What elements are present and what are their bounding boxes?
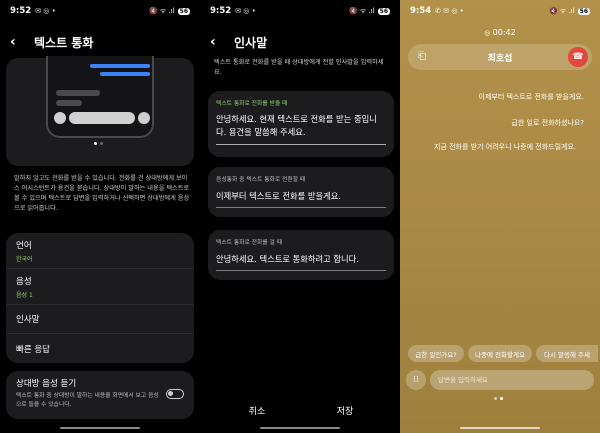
status-time: 9:52 bbox=[210, 6, 232, 16]
field-label: 텍스트 통화로 전화를 받을 때 bbox=[216, 101, 288, 107]
status-bar: 9:52 ✉ ◎ • 🔇 ᯤ .ıl 56 bbox=[0, 0, 200, 22]
keypad-button[interactable]: ⁝⁝ bbox=[406, 370, 426, 390]
battery-icon: 56 bbox=[377, 7, 390, 15]
input-underline bbox=[216, 207, 386, 209]
call-timer-icon: ◎ bbox=[484, 29, 493, 37]
menu-item-voice[interactable]: 음성 음성 1 bbox=[6, 269, 194, 305]
greeting-settings-screen: 9:52 ✉ ◎ • 🔇 ᯤ .ıl 56 ‹ 인사말 텍스트 통화로 전화를 … bbox=[200, 0, 400, 433]
input-underline bbox=[216, 270, 386, 272]
menu-item-title: 인사말 bbox=[16, 315, 40, 325]
call-timer-value: 00:42 bbox=[492, 28, 516, 37]
message-bubble: 급한 일로 전화하셨나요? bbox=[511, 119, 584, 127]
page-title: 텍스트 통화 bbox=[34, 35, 94, 50]
signal-icons: 🔇 ᯤ .ıl bbox=[548, 6, 575, 15]
back-arrow-icon[interactable]: ‹ bbox=[210, 34, 224, 50]
home-indicator bbox=[60, 427, 140, 429]
quick-reply-chip[interactable]: 다시 말씀해 주세 bbox=[536, 345, 598, 362]
menu-item-title: 언어 bbox=[16, 241, 32, 251]
input-underline bbox=[216, 143, 386, 145]
greeting-input-switch[interactable]: 이제부터 텍스트로 전화를 받을게요. bbox=[216, 190, 386, 203]
mock-bubble-grey-2 bbox=[56, 100, 82, 106]
end-call-button[interactable]: ☎ bbox=[568, 47, 588, 67]
caller-name: 최호섭 bbox=[487, 54, 513, 64]
greeting-intro: 텍스트 통화로 전화를 받을 때 상대방에게 전할 인사말을 입력하세요. bbox=[214, 59, 384, 76]
toggle-knob bbox=[168, 391, 173, 396]
back-arrow-icon[interactable]: ‹ bbox=[10, 34, 24, 50]
mock-bubble-blue-2 bbox=[100, 72, 150, 76]
home-indicator bbox=[460, 427, 540, 429]
message-bubble: 지금 전화를 받기 어려우니 나중에 전화드릴게요. bbox=[434, 143, 577, 151]
page-title: 인사말 bbox=[234, 35, 268, 50]
listen-toggle[interactable] bbox=[166, 389, 184, 399]
greeting-input-answer[interactable]: 안녕하세요. 현재 텍스트로 전화를 받는 중입니다. 용건을 말씀해 주세요. bbox=[216, 113, 386, 140]
greeting-field-switch[interactable]: 음성통화 중 텍스트 통화로 전환할 때 이제부터 텍스트로 전화를 받을게요. bbox=[208, 167, 394, 217]
settings-menu: 언어 한국어 음성 음성 1 인사말 빠른 응답 bbox=[6, 233, 194, 363]
message-bubble: 이제부터 텍스트로 전화를 받을게요. bbox=[478, 93, 585, 101]
menu-item-value: 음성 1 bbox=[16, 292, 33, 299]
notification-icons: ✉ ◎ • bbox=[235, 7, 256, 15]
header: ‹ 인사말 bbox=[210, 30, 390, 54]
quick-reply-chip[interactable]: 나중에 전화할게요 bbox=[468, 345, 532, 362]
mock-bubble-grey-1 bbox=[56, 90, 100, 96]
phone-illustration bbox=[46, 56, 154, 138]
call-timer: ◎ 00:42 bbox=[400, 28, 600, 37]
status-bar: 9:54 ✆ ✉ ◎ • 🔇 ᯤ .ıl 56 bbox=[400, 0, 600, 22]
field-label: 음성통화 중 텍스트 통화로 전환할 때 bbox=[216, 177, 306, 183]
cancel-button[interactable]: 취소 bbox=[242, 404, 272, 417]
signal-icons: 🔇 ᯤ .ıl bbox=[348, 6, 375, 15]
menu-item-title: 음성 bbox=[16, 277, 32, 287]
mock-input-row bbox=[54, 112, 150, 126]
battery-icon: 56 bbox=[177, 7, 190, 15]
page-indicator bbox=[494, 397, 503, 400]
listen-setting-card[interactable]: 상대방 음성 듣기 텍스트 통화 중 상대방이 말하는 내용을 화면에서 보고 … bbox=[6, 371, 194, 419]
battery-icon: 56 bbox=[577, 7, 590, 15]
signal-icons: 🔇 ᯤ .ıl bbox=[148, 6, 175, 15]
page-indicator bbox=[94, 142, 103, 145]
menu-item-quick-reply[interactable]: 빠른 응답 bbox=[6, 334, 194, 363]
status-time: 9:52 bbox=[10, 6, 32, 16]
status-bar: 9:52 ✉ ◎ • 🔇 ᯤ .ıl 56 bbox=[200, 0, 400, 22]
greeting-field-answer[interactable]: 텍스트 통화로 전화를 받을 때 안녕하세요. 현재 텍스트로 전화를 받는 중… bbox=[208, 91, 394, 157]
notification-icons: ✆ ✉ ◎ • bbox=[435, 7, 464, 15]
home-indicator bbox=[260, 427, 340, 429]
mock-bubble-blue-1 bbox=[90, 64, 150, 68]
menu-item-value: 한국어 bbox=[16, 256, 33, 263]
greeting-field-outgoing[interactable]: 텍스트 통화로 전화를 걸 때 안녕하세요. 텍스트로 통화하려고 합니다. bbox=[208, 230, 394, 280]
text-call-screen: 9:54 ✆ ✉ ◎ • 🔇 ᯤ .ıl 56 ◎ 00:42 ⎗ 최호섭 ☎ … bbox=[400, 0, 600, 433]
quick-reply-chip[interactable]: 급한 일인가요? bbox=[408, 345, 464, 362]
menu-item-greeting[interactable]: 인사말 bbox=[6, 305, 194, 334]
feature-description: 말하지 않고도 전화를 받을 수 있습니다. 전화를 건 상대방에게 보이스 어… bbox=[14, 175, 190, 212]
reply-input[interactable]: 답변을 입력하세요 bbox=[430, 370, 594, 390]
listen-setting-title: 상대방 음성 듣기 bbox=[16, 379, 77, 389]
header: ‹ 텍스트 통화 bbox=[10, 30, 190, 54]
greeting-input-outgoing[interactable]: 안녕하세요. 텍스트로 통화하려고 합니다. bbox=[216, 253, 386, 266]
caller-bar: ⎗ 최호섭 ☎ bbox=[408, 44, 592, 70]
status-time: 9:54 bbox=[410, 6, 432, 16]
field-label: 텍스트 통화로 전화를 걸 때 bbox=[216, 240, 283, 246]
text-call-settings-screen: 9:52 ✉ ◎ • 🔇 ᯤ .ıl 56 ‹ 텍스트 통화 말하지 않고도 전… bbox=[0, 0, 200, 433]
notification-icons: ✉ ◎ • bbox=[35, 7, 56, 15]
save-button[interactable]: 저장 bbox=[330, 404, 360, 417]
menu-item-language[interactable]: 언어 한국어 bbox=[6, 233, 194, 269]
illustration-card bbox=[6, 56, 194, 166]
reply-input-placeholder: 답변을 입력하세요 bbox=[438, 376, 488, 384]
listen-setting-description: 텍스트 통화 중 상대방이 말하는 내용을 화면에서 보고 음성으로 들을 수 … bbox=[16, 393, 159, 408]
menu-item-title: 빠른 응답 bbox=[16, 344, 50, 355]
